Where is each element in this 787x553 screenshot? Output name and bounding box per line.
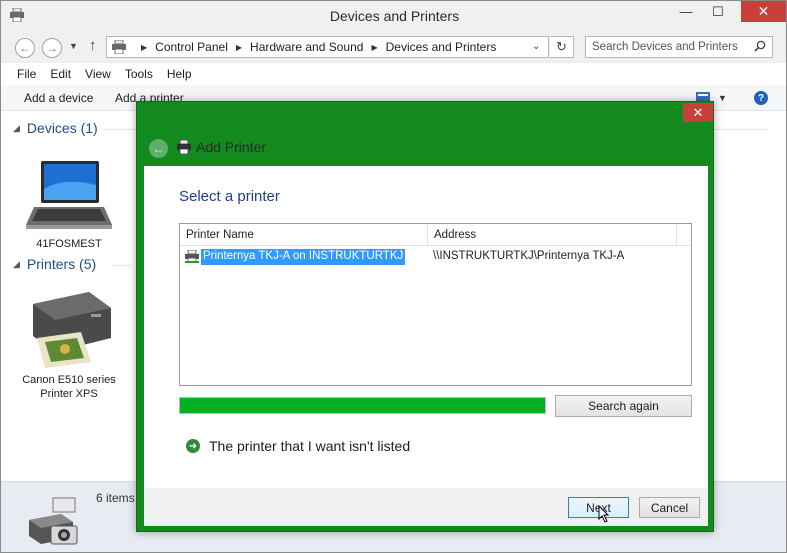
search-icon[interactable] xyxy=(754,40,766,52)
dialog-header: ← Add Printer xyxy=(145,130,707,166)
search-placeholder: Search Devices and Printers xyxy=(592,41,738,53)
printers-section-label: Printers (5) xyxy=(26,256,97,272)
mouse-cursor-icon xyxy=(598,505,610,523)
column-address[interactable]: Address xyxy=(428,224,677,246)
printer-address-cell: \\INSTRUKTURTKJ\Printernya TKJ-A xyxy=(433,250,625,262)
table-row[interactable]: Printernya TKJ-A on INSTRUKTURTKJ \\INST… xyxy=(180,247,691,267)
back-button[interactable]: ← xyxy=(15,38,35,58)
dialog-back-button[interactable]: ← xyxy=(149,139,168,158)
menu-view[interactable]: View xyxy=(85,67,111,81)
printer-not-listed-label: The printer that I want isn't listed xyxy=(209,438,411,454)
column-printer-name[interactable]: Printer Name xyxy=(180,224,428,246)
collapse-chevron-icon[interactable]: ◢ xyxy=(13,259,20,270)
minimize-button[interactable]: — xyxy=(671,1,701,22)
refresh-icon: ↻ xyxy=(556,39,567,54)
network-printer-icon xyxy=(185,250,199,263)
laptop-icon xyxy=(26,161,112,229)
section-divider xyxy=(111,265,131,266)
title-bar[interactable]: Devices and Printers — ☐ ✕ xyxy=(1,1,786,31)
address-history-chevron-down-icon[interactable]: ⌄ xyxy=(532,41,540,52)
menu-file[interactable]: File xyxy=(17,67,36,81)
recent-locations-chevron-down-icon[interactable]: ▼ xyxy=(69,41,78,51)
arrow-left-icon: ← xyxy=(19,41,31,55)
maximize-button[interactable]: ☐ xyxy=(703,1,733,22)
arrow-left-icon: ← xyxy=(152,141,165,156)
printer-not-listed-link[interactable]: ➜ The printer that I want isn't listed xyxy=(186,438,410,454)
printers-section-header[interactable]: ◢ Printers (5) xyxy=(13,256,131,272)
devices-and-printers-window: Devices and Printers — ☐ ✕ ← → ▼ ↑ ▶ Con… xyxy=(0,0,787,553)
chevron-right-icon[interactable]: ▶ xyxy=(236,43,242,52)
cancel-button[interactable]: Cancel xyxy=(639,497,700,518)
menu-edit[interactable]: Edit xyxy=(50,67,71,81)
forward-button[interactable]: → xyxy=(42,38,62,58)
item-count: 6 items xyxy=(96,491,135,505)
chevron-right-icon[interactable]: ▶ xyxy=(371,43,377,52)
view-options-chevron-down-icon[interactable]: ▼ xyxy=(718,93,727,103)
printer-list-header: Printer Name Address xyxy=(180,224,691,246)
breadcrumb-hardware-and-sound[interactable]: Hardware and Sound xyxy=(250,40,363,54)
add-printer-dialog: ✕ ← Add Printer Select a printer Printer… xyxy=(136,101,714,532)
dialog-close-button[interactable]: ✕ xyxy=(683,103,713,122)
printer-list[interactable]: Printer Name Address Printernya TKJ-A on… xyxy=(179,223,692,386)
device-label: 41FOSMEST xyxy=(36,238,102,250)
printer-item[interactable]: Canon E510 series Printer XPS xyxy=(13,286,125,401)
up-button[interactable]: ↑ xyxy=(89,37,97,54)
search-progress-bar xyxy=(179,397,546,414)
navigation-bar: ← → ▼ ↑ ▶ Control Panel ▶ Hardware and S… xyxy=(1,31,786,63)
dialog-footer: Next Cancel xyxy=(144,488,708,526)
breadcrumb-control-panel[interactable]: Control Panel xyxy=(155,40,228,54)
device-item[interactable]: 41FOSMEST xyxy=(23,159,115,250)
progress-fill xyxy=(180,398,545,413)
dialog-title: Add Printer xyxy=(196,139,267,155)
menu-tools[interactable]: Tools xyxy=(125,67,153,81)
search-input[interactable]: Search Devices and Printers xyxy=(585,36,773,58)
address-box[interactable]: ▶ Control Panel ▶ Hardware and Sound ▶ D… xyxy=(106,36,549,58)
close-button[interactable]: ✕ xyxy=(741,1,786,22)
collapse-chevron-icon[interactable]: ◢ xyxy=(13,123,20,134)
printer-icon xyxy=(33,292,111,368)
window-title: Devices and Printers xyxy=(329,8,460,24)
arrow-right-circle-icon: ➜ xyxy=(186,439,200,453)
chevron-right-icon[interactable]: ▶ xyxy=(141,43,147,52)
menu-help[interactable]: Help xyxy=(167,67,192,81)
devices-printers-icon xyxy=(112,40,126,54)
menu-bar: File Edit View Tools Help xyxy=(1,63,786,85)
breadcrumb-devices-and-printers[interactable]: Devices and Printers xyxy=(386,40,497,54)
dialog-body: Select a printer Printer Name Address Pr… xyxy=(144,166,708,488)
arrow-up-icon: ↑ xyxy=(89,37,97,54)
refresh-button[interactable]: ↻ xyxy=(550,36,574,58)
printer-icon xyxy=(177,140,191,154)
devices-section-label: Devices (1) xyxy=(26,120,98,136)
dialog-heading: Select a printer xyxy=(179,188,280,205)
help-icon[interactable]: ? xyxy=(754,91,768,105)
camera-printer-icon xyxy=(29,497,78,545)
arrow-right-icon: → xyxy=(46,41,58,55)
printer-label: Canon E510 series Printer XPS xyxy=(22,374,116,400)
devices-section-header[interactable]: ◢ Devices (1) xyxy=(13,120,768,136)
search-again-button[interactable]: Search again xyxy=(555,395,692,417)
printer-name-cell: Printernya TKJ-A on INSTRUKTURTKJ xyxy=(201,249,406,265)
add-device-button[interactable]: Add a device xyxy=(24,91,93,105)
